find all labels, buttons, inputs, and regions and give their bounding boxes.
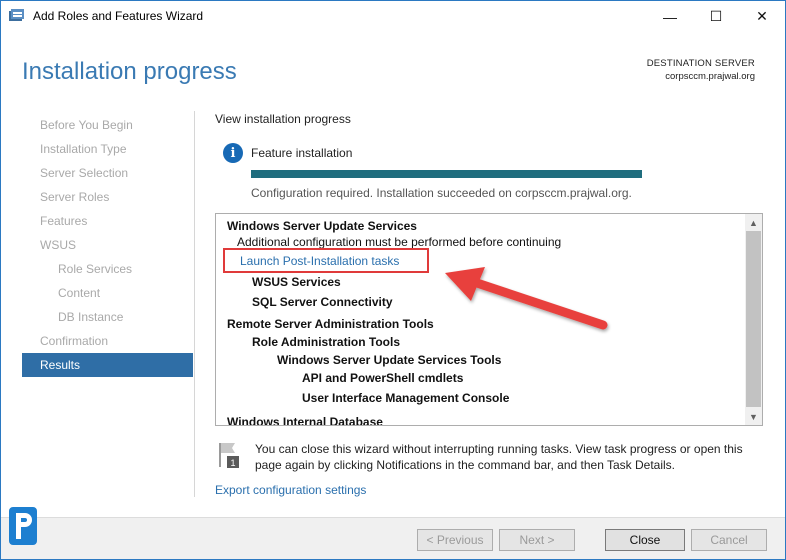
result-wsus-tools: Windows Server Update Services Tools	[277, 353, 502, 367]
minimize-icon: —	[663, 8, 677, 25]
destination-server-name: corpsccm.prajwal.org	[665, 71, 755, 82]
export-configuration-link[interactable]: Export configuration settings	[215, 483, 366, 497]
result-additional-config: Additional configuration must be perform…	[237, 235, 562, 249]
nav-item-wsus: WSUS	[40, 238, 76, 252]
destination-server-label: DESTINATION SERVER	[646, 58, 755, 69]
title-bar[interactable]: Add Roles and Features Wizard — ☐ ✕	[1, 1, 785, 32]
installation-progress-bar	[251, 170, 642, 178]
nav-item-content: Content	[58, 286, 101, 300]
result-wsus-services: WSUS Services	[252, 275, 341, 289]
nav-item-server-selection: Server Selection	[40, 166, 129, 180]
result-wsus: Windows Server Update Services	[227, 219, 417, 233]
wizard-window: Add Roles and Features Wizard — ☐ ✕ Inst…	[0, 0, 786, 560]
brand-logo-icon	[9, 507, 37, 545]
result-api-powershell: API and PowerShell cmdlets	[302, 371, 464, 385]
progress-bar-fill	[251, 170, 642, 178]
wizard-nav: Before You Begin Installation Type Serve…	[22, 113, 193, 377]
next-button[interactable]: Next >	[499, 529, 575, 551]
nav-item-confirmation: Confirmation	[40, 334, 109, 348]
scroll-up-icon[interactable]: ▲	[745, 214, 762, 231]
close-button[interactable]: Close	[605, 529, 685, 551]
result-ui-console: User Interface Management Console	[302, 391, 510, 405]
result-role-admin-tools: Role Administration Tools	[252, 335, 401, 349]
nav-divider	[194, 111, 195, 497]
info-icon: i	[223, 143, 243, 163]
nav-item-before-you-begin: Before You Begin	[40, 118, 133, 132]
feature-installation-label: Feature installation	[251, 146, 353, 160]
minimize-button[interactable]: —	[647, 1, 693, 32]
result-rsat: Remote Server Administration Tools	[227, 317, 434, 331]
nav-item-features: Features	[40, 214, 88, 228]
cancel-button[interactable]: Cancel	[691, 529, 767, 551]
window-title: Add Roles and Features Wizard	[33, 9, 204, 23]
result-internal-database: Windows Internal Database	[227, 415, 383, 425]
nav-item-role-services: Role Services	[58, 262, 133, 276]
wizard-footer: < Previous Next > Close Cancel	[1, 517, 785, 559]
flag-badge: 1	[230, 458, 235, 468]
close-icon: ✕	[756, 8, 768, 24]
close-window-button[interactable]: ✕	[739, 1, 785, 32]
content-title: View installation progress	[215, 112, 351, 126]
scroll-down-icon[interactable]: ▼	[745, 408, 762, 425]
page-title: Installation progress	[22, 58, 237, 85]
installation-status: Configuration required. Installation suc…	[251, 186, 632, 200]
nav-item-db-instance: DB Instance	[58, 310, 124, 324]
results-scrollbar[interactable]: ▲ ▼	[745, 214, 762, 425]
nav-item-server-roles: Server Roles	[40, 190, 110, 204]
maximize-button[interactable]: ☐	[693, 1, 739, 32]
annotation-arrow-icon	[445, 267, 608, 330]
nav-item-installation-type: Installation Type	[40, 142, 127, 156]
nav-item-results[interactable]: Results	[22, 353, 193, 377]
maximize-icon: ☐	[709, 8, 723, 24]
highlight-box	[223, 248, 429, 273]
notification-flag-icon: 1	[219, 443, 239, 468]
server-manager-icon	[9, 9, 24, 21]
previous-button[interactable]: < Previous	[417, 529, 493, 551]
notice-text: You can close this wizard without interr…	[255, 442, 743, 472]
result-sql-connectivity: SQL Server Connectivity	[252, 295, 393, 309]
scroll-thumb[interactable]	[746, 231, 761, 407]
